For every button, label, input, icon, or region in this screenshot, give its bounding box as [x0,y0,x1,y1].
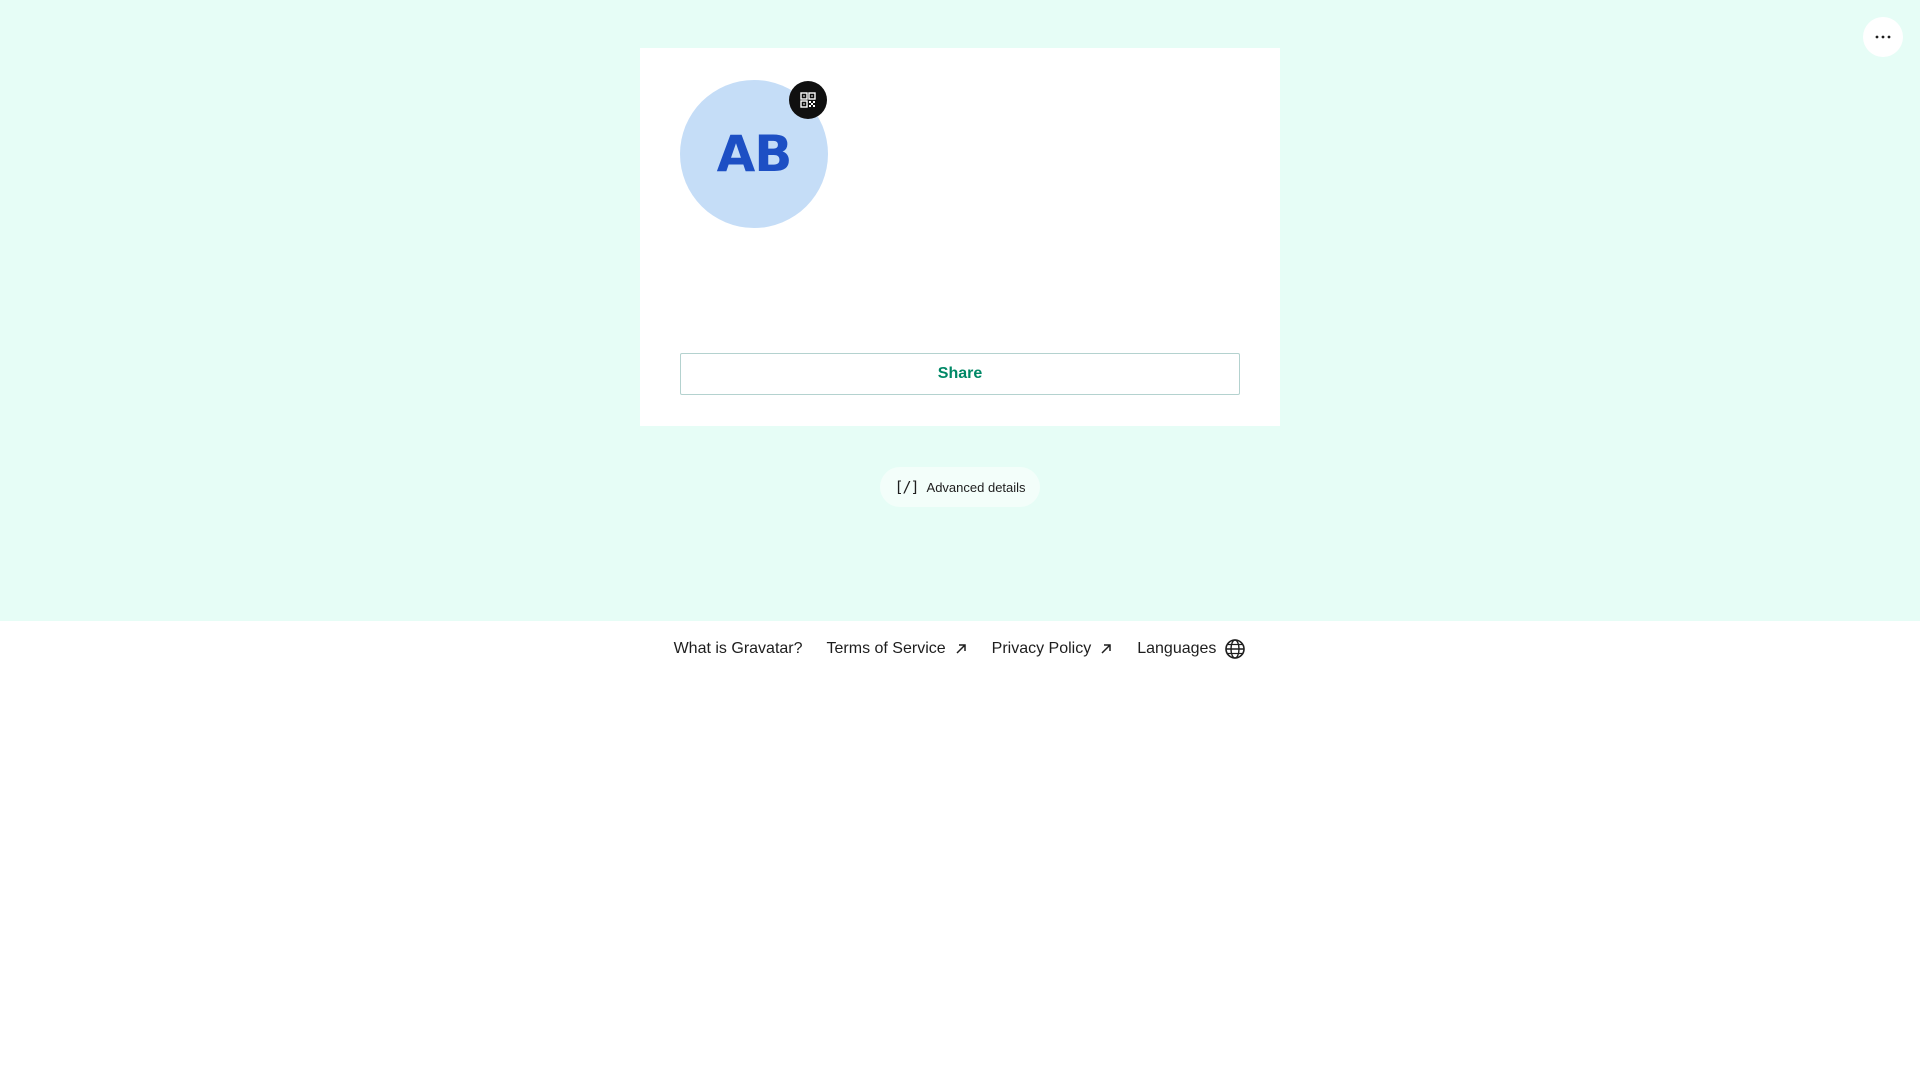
more-horizontal-icon [1875,35,1891,39]
avatar-initials: AB [716,125,793,183]
profile-card: AB Share [640,48,1280,426]
footer-link-label: Terms of Service [826,640,946,657]
footer-link-label: What is Gravatar? [673,640,803,657]
code-icon: [/] [894,478,919,496]
external-arrow-icon [956,644,966,654]
external-arrow-icon [1101,644,1111,654]
footer-link-terms-of-service[interactable]: Terms of Service [827,640,968,658]
footer-link-label: Languages [1137,640,1217,657]
share-button[interactable]: Share [680,353,1240,395]
qr-code-button[interactable] [789,81,827,119]
qr-code-icon [800,92,816,108]
globe-icon [1225,639,1246,659]
more-options-button[interactable] [1863,17,1903,57]
footer-link-label: Privacy Policy [991,640,1092,657]
hero-section: AB Share [/] Advanced details [0,0,1920,621]
footer-link-what-is-gravatar[interactable]: What is Gravatar? [674,640,803,658]
advanced-details-label: Advanced details [926,479,1026,495]
advanced-details-button[interactable]: [/] Advanced details [880,467,1040,507]
footer-link-privacy-policy[interactable]: Privacy Policy [992,640,1114,658]
footer-link-languages[interactable]: Languages [1137,638,1246,660]
footer: What is Gravatar? Terms of Service Priva… [0,621,1920,677]
